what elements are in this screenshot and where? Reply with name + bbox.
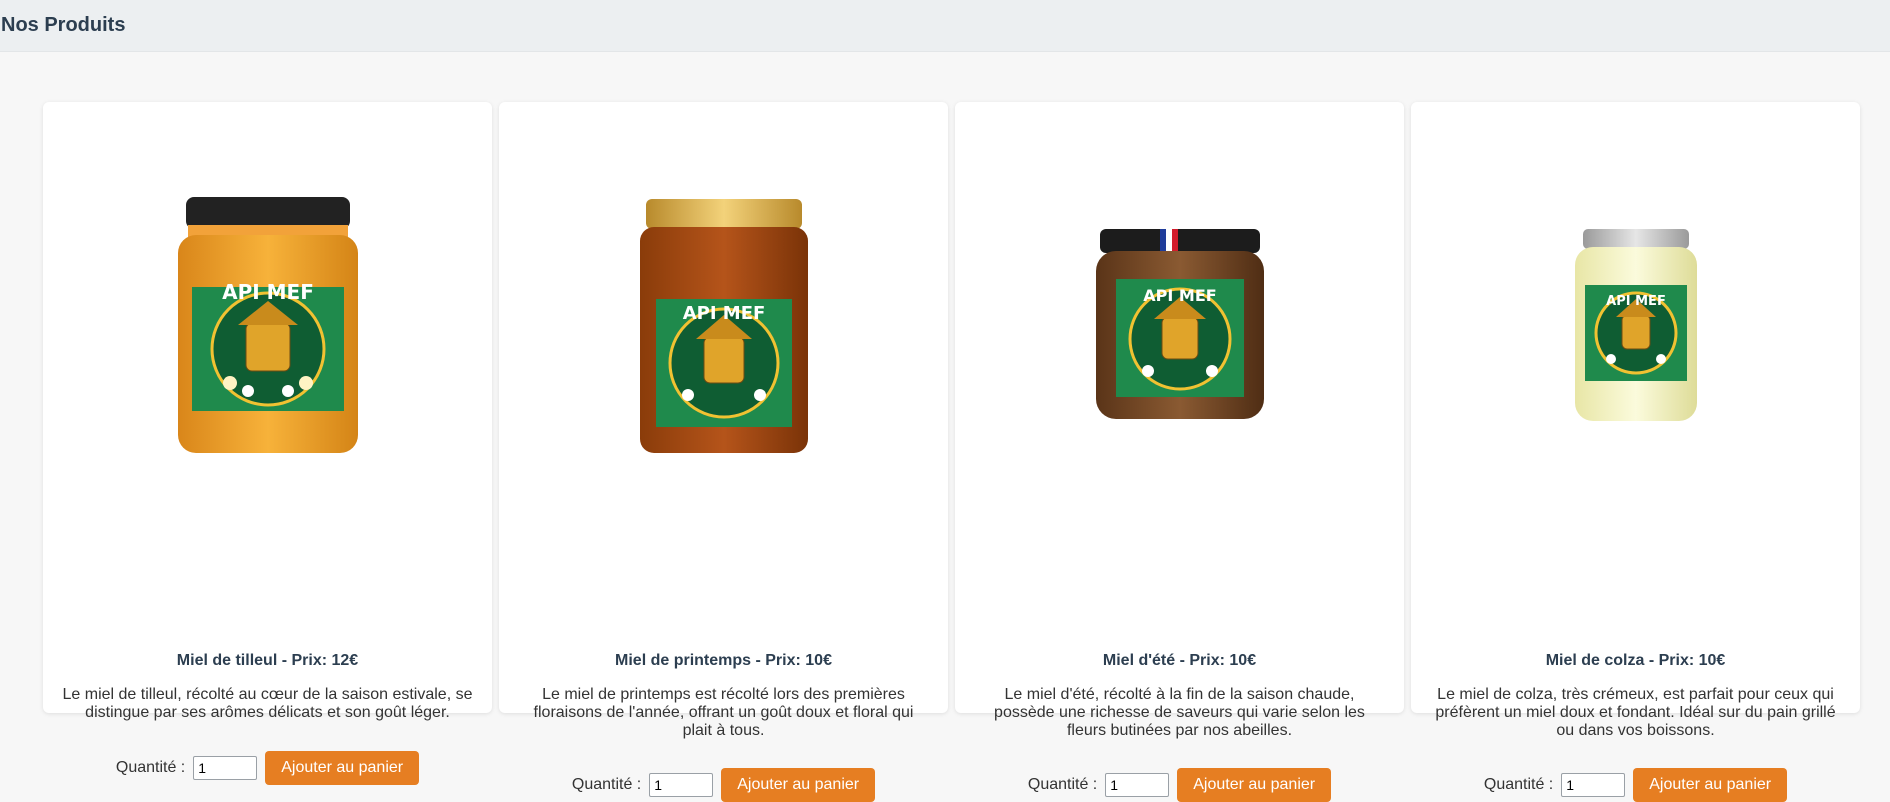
quantity-label: Quantité : (1483, 776, 1554, 793)
product-description: Le miel de colza, très crémeux, est parf… (1435, 686, 1836, 739)
svg-text:API MEF: API MEF (222, 280, 314, 304)
quantity-input[interactable] (1561, 773, 1626, 797)
top-bar: Nos Produits (0, 0, 1890, 52)
product-title: Miel de printemps - Prix: 10€ (615, 652, 832, 669)
product-title: Miel de tilleul - Prix: 12€ (176, 652, 359, 669)
product-grid: API MEF Miel de tilleul - Prix: 12€ Le m… (43, 102, 1860, 802)
quantity-controls: Quantité : Ajouter au panier (955, 768, 1404, 802)
quantity-controls: Quantité : Ajouter au panier (499, 768, 948, 802)
product-card: API MEF Miel de tilleul - Prix: 12€ Le m… (43, 102, 492, 785)
product-title: Miel d'été - Prix: 10€ (1102, 652, 1257, 669)
svg-text:API MEF: API MEF (1606, 294, 1666, 309)
product-card: API MEF Miel de colza - Prix: 10€ Le mie… (1411, 102, 1860, 802)
honey-jar-image: API MEF (177, 196, 358, 453)
quantity-input[interactable] (1105, 773, 1170, 797)
product-card: API MEF Miel de printemps - Prix: 10€ Le… (499, 102, 948, 802)
honey-jar-image: API MEF (1574, 228, 1697, 421)
product-description: Le miel d'été, récolté à la fin de la sa… (994, 686, 1365, 739)
product-card: API MEF Miel d'été - Prix: 10€ Le miel d… (955, 102, 1404, 802)
product-description: Le miel de printemps est récolté lors de… (533, 686, 914, 739)
quantity-controls: Quantité : Ajouter au panier (43, 751, 492, 785)
quantity-controls: Quantité : Ajouter au panier (1411, 768, 1860, 802)
page-title: Nos Produits (1, 14, 126, 36)
quantity-input[interactable] (649, 773, 714, 797)
quantity-label: Quantité : (571, 776, 642, 793)
svg-text:API MEF: API MEF (682, 303, 765, 324)
quantity-input[interactable] (193, 756, 258, 780)
add-to-cart-button[interactable]: Ajouter au panier (721, 768, 876, 802)
quantity-label: Quantité : (1027, 776, 1098, 793)
add-to-cart-button[interactable]: Ajouter au panier (1177, 768, 1332, 802)
add-to-cart-button[interactable]: Ajouter au panier (265, 751, 420, 785)
svg-text:API MEF: API MEF (1143, 286, 1216, 305)
honey-jar-image: API MEF (1095, 228, 1264, 419)
product-description: Le miel de tilleul, récolté au cœur de l… (62, 686, 473, 721)
product-image: API MEF (499, 102, 948, 547)
product-image: API MEF (1411, 102, 1860, 547)
honey-jar-image: API MEF (639, 198, 808, 453)
product-title: Miel de colza - Prix: 10€ (1545, 652, 1726, 669)
add-to-cart-button[interactable]: Ajouter au panier (1633, 768, 1788, 802)
quantity-label: Quantité : (115, 759, 186, 776)
product-image: API MEF (43, 102, 492, 547)
product-image: API MEF (955, 102, 1404, 547)
